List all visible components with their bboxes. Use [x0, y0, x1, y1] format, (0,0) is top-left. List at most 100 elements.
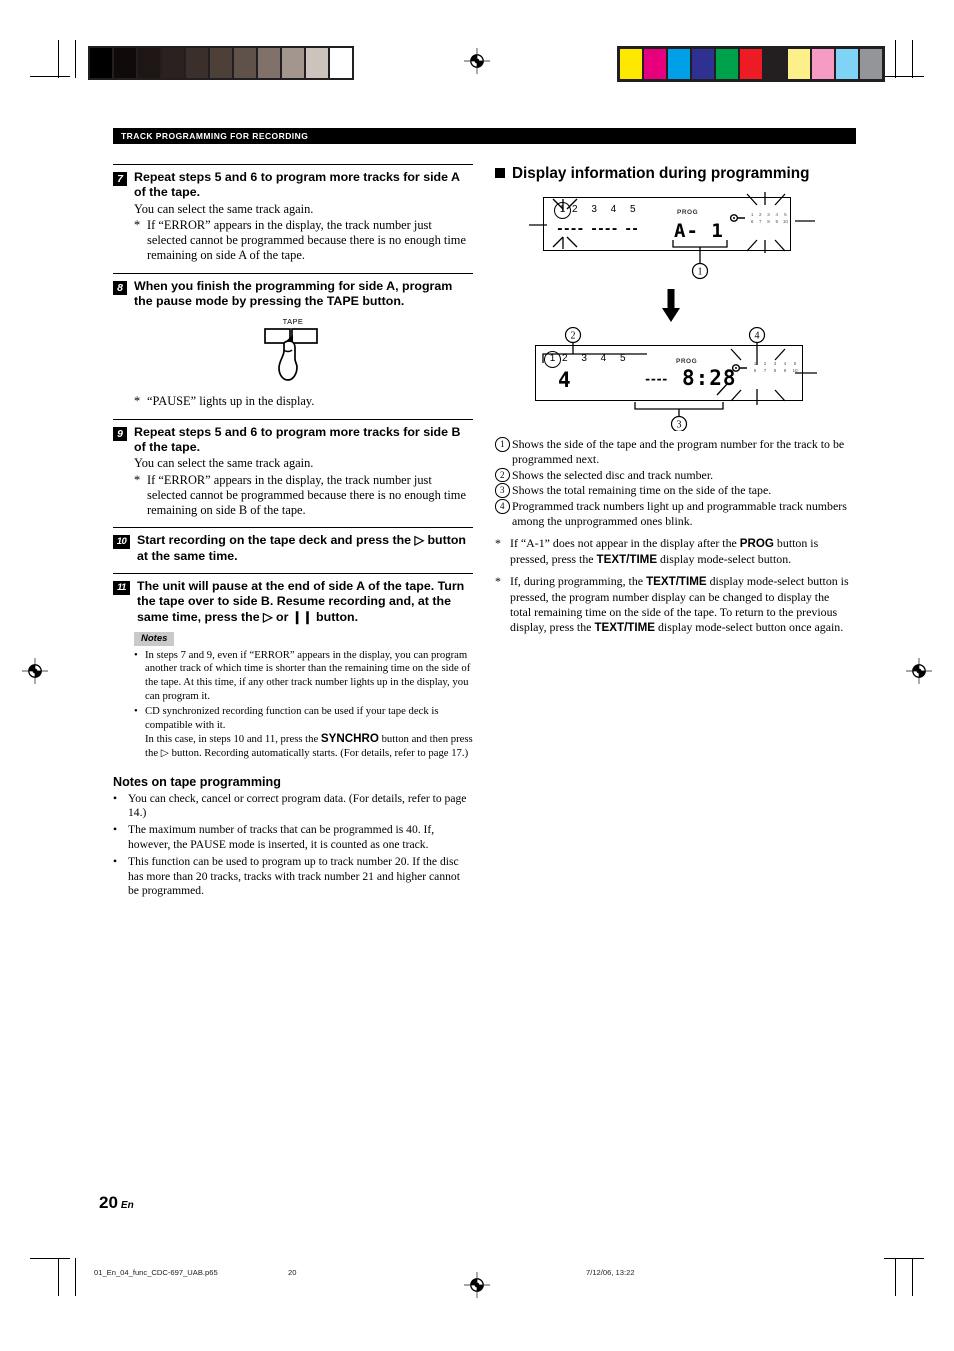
- asterisk-marker: *: [495, 574, 501, 589]
- legend-number-circle: 4: [495, 499, 510, 514]
- notes-block: Notes • In steps 7 and 9, even if “ERROR…: [134, 625, 473, 760]
- down-arrow-icon: [662, 289, 680, 322]
- right-column: Display information during programming 1…: [495, 164, 853, 901]
- display-1-annotations: 1: [529, 192, 815, 280]
- crop-mark-top-right-v2: [912, 40, 914, 78]
- crop-mark-bottom-right-h: [884, 1258, 924, 1260]
- footnote-2-text: If, during programming, the TEXT/TIME di…: [510, 574, 853, 635]
- step-10-title-part1: Start recording on the tape deck and pre…: [137, 533, 415, 548]
- bullet-marker: •: [113, 823, 118, 837]
- color-swatch-10: [860, 49, 882, 79]
- callout-2-number: 2: [571, 331, 576, 342]
- texttime-button-name: TEXT/TIME: [596, 552, 658, 566]
- prog-button-name: PROG: [739, 536, 774, 550]
- footer-page: 20: [288, 1268, 297, 1277]
- crop-mark-bottom-left-h: [30, 1258, 70, 1260]
- note-text: In steps 7 and 9, even if “ERROR” appear…: [145, 648, 471, 702]
- callout-1-number: 1: [698, 267, 703, 278]
- step-11-heading: 11 The unit will pause at the end of sid…: [113, 579, 473, 625]
- legend-item: 3 Shows the total remaining time on the …: [495, 483, 853, 498]
- tape-programming-notes-list: • You can check, cancel or correct progr…: [113, 792, 473, 899]
- tape-programming-subheading: Notes on tape programming: [113, 774, 281, 789]
- step-11-title-mid: or: [272, 609, 292, 624]
- step-10-title: Start recording on the tape deck and pre…: [137, 533, 473, 564]
- step-number-badge: 7: [113, 172, 127, 186]
- note-synchro-a: In this case, in steps 10 and 11, press …: [145, 733, 321, 746]
- color-swatch-6: [764, 49, 786, 79]
- color-swatch-7: [788, 49, 810, 79]
- crop-mark-top-left-v: [58, 40, 60, 78]
- legend-number: 1: [495, 437, 512, 467]
- footnote-1-d: display mode-select button.: [657, 551, 792, 566]
- legend-text: Shows the total remaining time on the si…: [512, 483, 772, 498]
- footnote-2: * If, during programming, the TEXT/TIME …: [495, 574, 853, 635]
- list-item: • This function can be used to program u…: [113, 855, 473, 899]
- step-8-note: * “PAUSE” lights up in the display.: [134, 394, 473, 409]
- step-number-badge: 9: [113, 426, 127, 441]
- footnote-2-a: If, during programming, the: [510, 574, 647, 589]
- notes-list: • In steps 7 and 9, even if “ERROR” appe…: [134, 649, 473, 761]
- callout-3-number: 3: [677, 420, 682, 431]
- list-item: • You can check, cancel or correct progr…: [113, 792, 473, 821]
- crop-mark-bottom-right-v2: [912, 1258, 914, 1296]
- bullet-marker: •: [134, 705, 138, 718]
- note-text-main: CD synchronized recording function can b…: [145, 705, 439, 731]
- step-9: 9 Repeat steps 5 and 6 to program more t…: [113, 418, 473, 519]
- play-icon: ▷: [263, 609, 273, 624]
- asterisk-marker: *: [134, 472, 141, 487]
- gray-swatch-10: [330, 48, 352, 78]
- step-10-heading: 10 Start recording on the tape deck and …: [113, 533, 473, 564]
- legend-number-circle: 2: [495, 467, 510, 483]
- step-9-title: Repeat steps 5 and 6 to program more tra…: [134, 424, 461, 455]
- gray-swatch-0: [90, 48, 112, 78]
- play-icon: ▷: [160, 746, 169, 759]
- gray-swatch-8: [282, 48, 304, 78]
- callout-4-number: 4: [755, 331, 760, 342]
- texttime-button-name: TEXT/TIME: [594, 620, 655, 634]
- gray-swatch-3: [162, 48, 184, 78]
- tape-button-label: TAPE: [282, 317, 304, 327]
- color-calibration-bar: [617, 46, 885, 82]
- section-heading: Display information during programming: [495, 164, 853, 183]
- footnote-1: * If “A-1” does not appear in the displa…: [495, 536, 853, 568]
- gray-swatch-4: [186, 48, 208, 78]
- note-text: CD synchronized recording function can b…: [145, 705, 473, 760]
- crop-mark-top-left-h: [30, 76, 70, 78]
- footnote-2-d: display mode-select button once again.: [654, 619, 844, 634]
- bullet-marker: •: [113, 791, 118, 805]
- note-synchro-c: button. Recording automatically starts. …: [168, 746, 469, 759]
- legend-number: 4: [495, 499, 512, 529]
- bullet-marker: •: [113, 854, 118, 868]
- registration-mark-top: [464, 48, 490, 74]
- flow-arrow-wrapper: [495, 289, 853, 327]
- legend-text: Shows the selected disc and track number…: [512, 467, 714, 482]
- left-column: 7 Repeat steps 5 and 6 to program more t…: [113, 164, 473, 901]
- footnote-1-a: If “A-1” does not appear in the display …: [510, 535, 740, 550]
- synchro-button-name: SYNCHRO: [320, 732, 379, 746]
- page-number-value: 20: [99, 1193, 118, 1212]
- gray-swatch-9: [306, 48, 328, 78]
- play-icon: ▷: [414, 533, 425, 548]
- crop-mark-bottom-left-v2: [75, 1258, 77, 1296]
- list-item: • The maximum number of tracks that can …: [113, 823, 473, 852]
- step-11-title-part2: button.: [312, 609, 359, 624]
- legend-number-circle: 1: [495, 437, 510, 452]
- tape-note-text: You can check, cancel or correct program…: [128, 791, 467, 820]
- page-number: 20 En: [99, 1193, 134, 1213]
- legend-text: Programmed track numbers light up and pr…: [512, 499, 847, 528]
- texttime-button-name: TEXT/TIME: [646, 575, 707, 589]
- crop-mark-top-left-v2: [75, 40, 77, 78]
- step-7-heading: 7 Repeat steps 5 and 6 to program more t…: [113, 170, 473, 201]
- document-page: TRACK PROGRAMMING FOR RECORDING 7 Repeat…: [0, 0, 954, 1351]
- color-swatch-5: [740, 49, 762, 79]
- crop-mark-top-right-h: [884, 76, 924, 78]
- step-9-note-text: If “ERROR” appears in the display, the t…: [147, 472, 466, 518]
- page-content: TRACK PROGRAMMING FOR RECORDING 7 Repeat…: [113, 128, 856, 901]
- footer-timestamp: 7/12/06, 13:22: [586, 1268, 635, 1277]
- step-7-note: * If “ERROR” appears in the display, the…: [134, 218, 473, 264]
- legend-number-circle: 3: [495, 483, 510, 498]
- step-number-badge: 11: [113, 581, 130, 596]
- page-language-code: En: [120, 1200, 134, 1211]
- section-header-bar: TRACK PROGRAMMING FOR RECORDING: [113, 128, 856, 144]
- asterisk-marker: *: [134, 394, 141, 409]
